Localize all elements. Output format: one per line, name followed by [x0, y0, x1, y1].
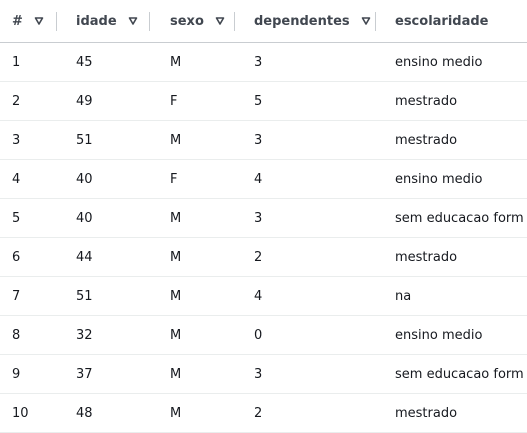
sort-down-icon[interactable] [34, 16, 44, 26]
cell-idx: 5 [12, 210, 21, 226]
column-divider[interactable] [56, 12, 57, 31]
cell-escolaridade: na [395, 288, 412, 304]
cell-sexo: F [170, 171, 178, 187]
cell-dependentes: 3 [254, 366, 263, 382]
cell-escolaridade: mestrado [395, 93, 458, 109]
cell-idx: 4 [12, 171, 21, 187]
table-row: 1 45 M 3 ensino medio [0, 43, 527, 82]
cell-dependentes: 4 [254, 171, 263, 187]
cell-idx: 2 [12, 93, 21, 109]
cell-escolaridade: ensino medio [395, 54, 483, 70]
cell-dependentes: 3 [254, 132, 263, 148]
table-row: 4 40 F 4 ensino medio [0, 160, 527, 199]
cell-idade: 51 [76, 132, 93, 148]
column-header-label: dependentes [254, 13, 350, 29]
cell-idx: 6 [12, 249, 21, 265]
column-header-label: # [12, 13, 23, 29]
cell-dependentes: 2 [254, 249, 263, 265]
table-row: 8 32 M 0 ensino medio [0, 316, 527, 355]
column-header-label: sexo [170, 13, 204, 29]
cell-sexo: M [170, 54, 182, 70]
table-header: # idade sexo dependentes escolaridade [0, 0, 527, 43]
cell-idx: 8 [12, 327, 21, 343]
cell-sexo: M [170, 210, 182, 226]
cell-dependentes: 0 [254, 327, 263, 343]
cell-sexo: M [170, 327, 182, 343]
column-header-idade[interactable]: idade [76, 0, 138, 42]
cell-escolaridade: mestrado [395, 132, 458, 148]
cell-idade: 40 [76, 171, 93, 187]
column-header-sexo[interactable]: sexo [170, 0, 225, 42]
cell-dependentes: 5 [254, 93, 263, 109]
table-row: 7 51 M 4 na [0, 277, 527, 316]
cell-sexo: M [170, 366, 182, 382]
cell-idade: 37 [76, 366, 93, 382]
cell-sexo: M [170, 288, 182, 304]
cell-escolaridade: ensino medio [395, 171, 483, 187]
cell-escolaridade: sem educacao form [395, 366, 524, 382]
table-row: 5 40 M 3 sem educacao form [0, 199, 527, 238]
cell-escolaridade: sem educacao form [395, 210, 524, 226]
table-row: 10 48 M 2 mestrado [0, 394, 527, 433]
table-row: 2 49 F 5 mestrado [0, 82, 527, 121]
cell-idx: 10 [12, 405, 29, 421]
table-row: 3 51 M 3 mestrado [0, 121, 527, 160]
cell-idade: 40 [76, 210, 93, 226]
cell-sexo: M [170, 249, 182, 265]
column-divider[interactable] [149, 12, 150, 31]
column-header-dependentes[interactable]: dependentes [254, 0, 371, 42]
cell-dependentes: 3 [254, 54, 263, 70]
cell-idade: 44 [76, 249, 93, 265]
cell-escolaridade: mestrado [395, 405, 458, 421]
cell-dependentes: 4 [254, 288, 263, 304]
cell-sexo: F [170, 93, 178, 109]
cell-idx: 3 [12, 132, 21, 148]
column-header-label: idade [76, 13, 117, 29]
sort-down-icon[interactable] [128, 16, 138, 26]
cell-idade: 51 [76, 288, 93, 304]
column-divider[interactable] [234, 12, 235, 31]
cell-idade: 45 [76, 54, 93, 70]
cell-idade: 48 [76, 405, 93, 421]
cell-idx: 7 [12, 288, 21, 304]
cell-escolaridade: ensino medio [395, 327, 483, 343]
cell-dependentes: 2 [254, 405, 263, 421]
cell-sexo: M [170, 405, 182, 421]
cell-idade: 32 [76, 327, 93, 343]
data-table: # idade sexo dependentes escolaridade 1 … [0, 0, 527, 433]
sort-down-icon[interactable] [361, 16, 371, 26]
column-divider[interactable] [375, 12, 376, 31]
table-row: 9 37 M 3 sem educacao form [0, 355, 527, 394]
cell-idx: 1 [12, 54, 21, 70]
column-header-idx[interactable]: # [12, 0, 44, 42]
table-body: 1 45 M 3 ensino medio 2 49 F 5 mestrado … [0, 43, 527, 433]
cell-idade: 49 [76, 93, 93, 109]
cell-sexo: M [170, 132, 182, 148]
cell-dependentes: 3 [254, 210, 263, 226]
column-header-escolaridade[interactable]: escolaridade [395, 0, 489, 42]
column-header-label: escolaridade [395, 13, 489, 29]
cell-idx: 9 [12, 366, 21, 382]
cell-escolaridade: mestrado [395, 249, 458, 265]
table-row: 6 44 M 2 mestrado [0, 238, 527, 277]
sort-down-icon[interactable] [215, 16, 225, 26]
